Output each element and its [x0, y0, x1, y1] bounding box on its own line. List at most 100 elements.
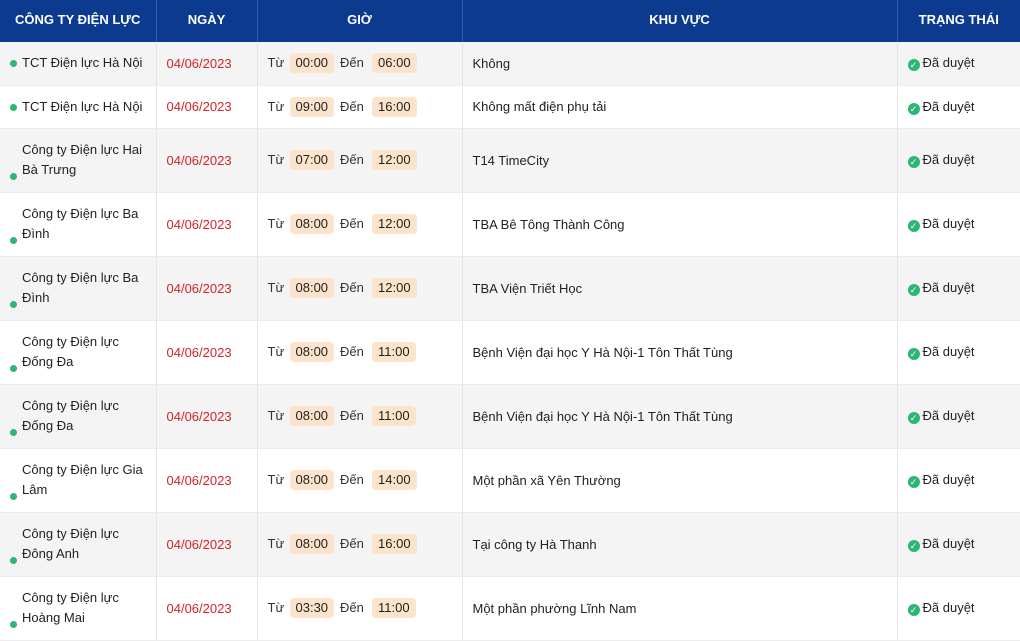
from-label: Từ	[267, 344, 285, 359]
to-label: Đến	[340, 600, 364, 615]
to-label: Đến	[340, 216, 364, 231]
time-cell: Từ 08:00 Đến 12:00	[257, 192, 463, 257]
to-label: Đến	[340, 408, 364, 423]
company-cell: Công ty Điện lực Đống Đa	[0, 320, 157, 385]
area-cell: T14 TimeCity	[462, 128, 898, 193]
to-label: Đến	[340, 344, 364, 359]
company-cell: Công ty Điện lực Hai Bà Trưng	[0, 128, 157, 193]
header-company[interactable]: CÔNG TY ĐIỆN LỰC	[0, 0, 157, 42]
check-circle-icon: ✓	[907, 156, 920, 168]
status-cell: ✓ Đã duyệt	[897, 192, 1020, 257]
status-dot-icon	[10, 557, 17, 564]
status-cell: ✓ Đã duyệt	[897, 576, 1020, 641]
to-label: Đến	[340, 152, 364, 167]
table-row[interactable]: Công ty Điện lực Hai Bà Trưng 04/06/2023 T…	[0, 128, 1020, 193]
date-cell: 04/06/2023	[156, 576, 258, 641]
status-dot-icon	[10, 493, 17, 500]
company-name: Công ty Điện lực Gia Lâm	[22, 462, 143, 497]
company-cell: Công ty Điện lực Gia Lâm	[0, 448, 157, 513]
company-name: Công ty Điện lực Hai Bà Trưng	[22, 142, 142, 177]
company-cell: TCT Điện lực Hà Nội	[0, 85, 157, 129]
company-cell: Công ty Điện lực Hoàng Mai	[0, 576, 157, 641]
date-cell: 04/06/2023	[156, 384, 258, 449]
status-dot-icon	[10, 60, 17, 68]
date-cell: 04/06/2023	[156, 42, 258, 86]
to-time-badge: 16:00	[372, 534, 417, 554]
table-header-row: CÔNG TY ĐIỆN LỰC NGÀY GIỜ KHU VỰC TRẠNG …	[0, 0, 1020, 42]
status-cell: ✓ Đã duyệt	[897, 42, 1020, 86]
from-label: Từ	[267, 152, 285, 167]
from-label: Từ	[267, 55, 285, 71]
check-circle-icon: ✓	[907, 604, 920, 616]
check-circle-icon: ✓	[907, 540, 920, 552]
from-time-badge: 08:00	[289, 470, 335, 490]
time-cell: Từ 08:00 Đến 14:00	[257, 448, 463, 513]
table-row[interactable]: Công ty Điện lực Đông Anh 04/06/2023 Từ 08:…	[0, 512, 1020, 577]
from-label: Từ	[267, 216, 285, 231]
header-area[interactable]: KHU VỰC	[462, 0, 898, 42]
from-time-badge: 00:00	[289, 53, 335, 74]
status-cell: ✓ Đã duyệt	[897, 128, 1020, 193]
to-label: Đến	[340, 98, 364, 114]
date-cell: 04/06/2023	[156, 512, 258, 577]
check-circle-icon: ✓	[907, 220, 920, 232]
header-time[interactable]: GIỜ	[257, 0, 463, 42]
table-row[interactable]: TCT Điện lực Hà Nội 04/06/2023 Từ 00:00 Đến 0…	[0, 42, 1020, 86]
table-row[interactable]: Công ty Điện lực Ba Đình 04/06/2023 Từ 08:0…	[0, 256, 1020, 321]
company-name: Công ty Điện lực Ba Đình	[22, 206, 139, 241]
date-cell: 04/06/2023	[156, 448, 258, 513]
from-time-badge: 08:00	[289, 406, 335, 426]
to-label: Đến	[340, 536, 364, 551]
date-cell: 04/06/2023	[156, 192, 258, 257]
from-time-badge: 09:00	[289, 96, 335, 117]
header-date[interactable]: NGÀY	[156, 0, 258, 42]
company-cell: Công ty Điện lực Đông Anh	[0, 512, 157, 577]
time-cell: Từ 03:30 Đến 11:00	[257, 576, 463, 641]
status-badge: Đã duyệt	[922, 55, 975, 71]
check-circle-icon: ✓	[907, 348, 920, 360]
header-status[interactable]: TRẠNG THÁI	[897, 0, 1020, 42]
status-cell: ✓ Đã duyệt	[897, 85, 1020, 129]
table-row[interactable]: Công ty Điện lực Gia Lâm 04/06/2023 Từ 08:0…	[0, 448, 1020, 513]
table-row[interactable]: Công ty Điện lực Hoàng Mai 04/06/2023 Từ 03…	[0, 576, 1020, 641]
to-time-badge: 11:00	[372, 406, 416, 426]
from-label: Từ	[267, 98, 285, 114]
area-cell: Không mất điện phụ tải	[462, 85, 898, 129]
area-cell: TBA Viện Triết Học	[462, 256, 898, 321]
table-row[interactable]: Công ty Điện lực Đống Đa 04/06/2023 Từ 08:0…	[0, 320, 1020, 385]
check-circle-icon: ✓	[907, 59, 920, 72]
table-row[interactable]: TCT Điện lực Hà Nội 04/06/2023 Từ 09:00 Đến 1…	[0, 85, 1020, 129]
status-dot-icon	[10, 429, 17, 436]
status-cell: ✓ Đã duyệt	[897, 320, 1020, 385]
table-row[interactable]: Công ty Điện lực Đống Đa 04/06/2023 Từ 08:0…	[0, 384, 1020, 449]
company-cell: Công ty Điện lực Ba Đình	[0, 256, 157, 321]
time-cell: Từ 08:00 Đến 16:00	[257, 512, 463, 577]
date-cell: 04/06/2023	[156, 320, 258, 385]
status-badge: Đã duyệt	[922, 536, 975, 551]
to-time-badge: 16:00	[372, 96, 417, 117]
from-time-badge: 07:00	[289, 150, 335, 170]
company-name: Công ty Điện lực Đông Anh	[22, 526, 119, 561]
to-label: Đến	[340, 55, 364, 71]
status-badge: Đã duyệt	[922, 472, 975, 487]
table-row[interactable]: Công ty Điện lực Ba Đình 04/06/2023 Từ 08:0…	[0, 192, 1020, 257]
to-time-badge: 12:00	[372, 150, 417, 170]
to-time-badge: 11:00	[372, 598, 416, 618]
date-cell: 04/06/2023	[156, 256, 258, 321]
area-cell: Một phần phường Lĩnh Nam	[462, 576, 898, 641]
outage-schedule-table: CÔNG TY ĐIỆN LỰC NGÀY GIỜ KHU VỰC TRẠNG …	[0, 0, 1020, 641]
from-time-badge: 08:00	[289, 214, 335, 234]
from-label: Từ	[267, 280, 285, 295]
from-time-badge: 03:30	[289, 598, 335, 618]
status-badge: Đã duyệt	[922, 344, 975, 359]
status-cell: ✓ Đã duyệt	[897, 448, 1020, 513]
status-cell: ✓ Đã duyệt	[897, 512, 1020, 577]
company-name: Công ty Điện lực Ba Đình	[22, 270, 139, 305]
area-cell: Bệnh Viện đại học Y Hà Nội-1 Tôn Thất Tù…	[462, 320, 898, 385]
company-name: Công ty Điện lực Đống Đa	[22, 398, 119, 433]
area-cell: Không	[462, 42, 898, 86]
status-dot-icon	[10, 237, 17, 244]
status-dot-icon	[10, 173, 17, 180]
from-time-badge: 08:00	[289, 342, 335, 362]
time-cell: Từ 00:00 Đến 06:00	[257, 42, 463, 86]
